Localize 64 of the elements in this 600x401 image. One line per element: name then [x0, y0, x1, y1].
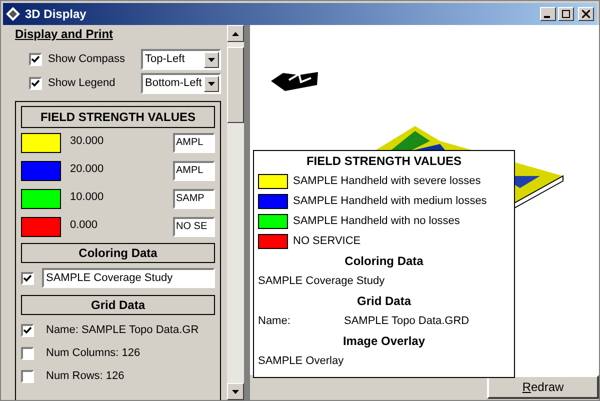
close-icon: [582, 10, 590, 18]
color-swatch[interactable]: [21, 217, 61, 237]
checkmark-icon: [23, 326, 32, 334]
checkbox[interactable]: [21, 370, 34, 382]
option-label: Show Legend: [48, 76, 116, 92]
checkbox[interactable]: [29, 53, 42, 66]
scroll-thumb[interactable]: [227, 47, 244, 123]
app-icon: [6, 7, 20, 21]
legend-label: SAMPLE Handheld with medium losses: [293, 194, 487, 209]
color-swatch[interactable]: [21, 189, 61, 209]
caret-icon: [208, 58, 215, 62]
legend-section-title: Grid Data: [356, 293, 411, 310]
legend-section-title: Image Overlay: [342, 333, 426, 350]
maximize-icon: [562, 10, 570, 18]
box-heading: Coloring Data: [21, 243, 215, 263]
threshold-value: 10.000: [70, 190, 104, 205]
option-label: Show Compass: [48, 52, 126, 68]
label-field[interactable]: NO SE: [173, 217, 215, 237]
threshold-value: 20.000: [70, 162, 104, 177]
section-heading: Display and Print: [15, 26, 114, 43]
position-dropdown[interactable]: Top-Left: [141, 49, 221, 70]
legend-section-title: Coloring Data: [344, 253, 424, 270]
box-heading: FIELD STRENGTH VALUES: [21, 106, 215, 128]
up-arrow-icon: [232, 32, 239, 36]
label-field[interactable]: SAMP: [173, 189, 215, 209]
legend-text: SAMPLE Overlay: [258, 354, 344, 369]
grid-info-label: Name: SAMPLE Topo Data.GR: [46, 322, 199, 338]
legend-label: SAMPLE Handheld with no losses: [293, 214, 460, 229]
threshold-value: 30.000: [70, 134, 104, 149]
dropdown-arrow-button[interactable]: [204, 52, 219, 68]
color-swatch[interactable]: [21, 133, 61, 153]
coloring-field[interactable]: SAMPLE Coverage Study: [42, 268, 215, 288]
checkmark-icon: [31, 55, 40, 64]
label-field[interactable]: AMPL: [173, 133, 215, 153]
label-field[interactable]: AMPL: [173, 161, 215, 181]
caret-icon: [208, 82, 215, 86]
legend-value: SAMPLE Topo Data.GRD: [344, 314, 470, 329]
checkmark-icon: [31, 79, 40, 88]
maximize-button[interactable]: [558, 7, 574, 21]
scroll-down-button[interactable]: [227, 383, 244, 400]
legend-text: Name:: [258, 314, 292, 329]
checkbox[interactable]: [21, 346, 34, 360]
position-dropdown[interactable]: Bottom-Left: [141, 73, 221, 94]
vertical-scrollbar[interactable]: [227, 25, 244, 400]
legend-label: NO SERVICE: [293, 234, 361, 249]
checkbox[interactable]: [21, 324, 34, 336]
minimize-button[interactable]: [540, 7, 556, 21]
box-heading: Grid Data: [21, 295, 215, 315]
grid-info-label: Num Rows: 126: [46, 368, 124, 384]
legend-label: SAMPLE Handheld with severe losses: [293, 174, 481, 189]
legend-title: FIELD STRENGTH VALUES: [306, 153, 462, 170]
checkbox[interactable]: [21, 272, 34, 284]
threshold-value: 0.000: [70, 218, 98, 233]
checkmark-icon: [23, 274, 32, 282]
color-swatch[interactable]: [21, 161, 61, 181]
redraw-button[interactable]: Redraw: [487, 375, 599, 399]
dropdown-arrow-button[interactable]: [204, 76, 219, 92]
grid-info-label: Num Columns: 126: [46, 346, 140, 361]
checkbox[interactable]: [29, 77, 42, 90]
scroll-up-button[interactable]: [227, 25, 244, 42]
legend-text: SAMPLE Coverage Study: [258, 274, 385, 289]
close-button[interactable]: [578, 7, 594, 21]
down-arrow-icon: [232, 390, 239, 394]
window-title: 3D Display: [25, 6, 86, 23]
